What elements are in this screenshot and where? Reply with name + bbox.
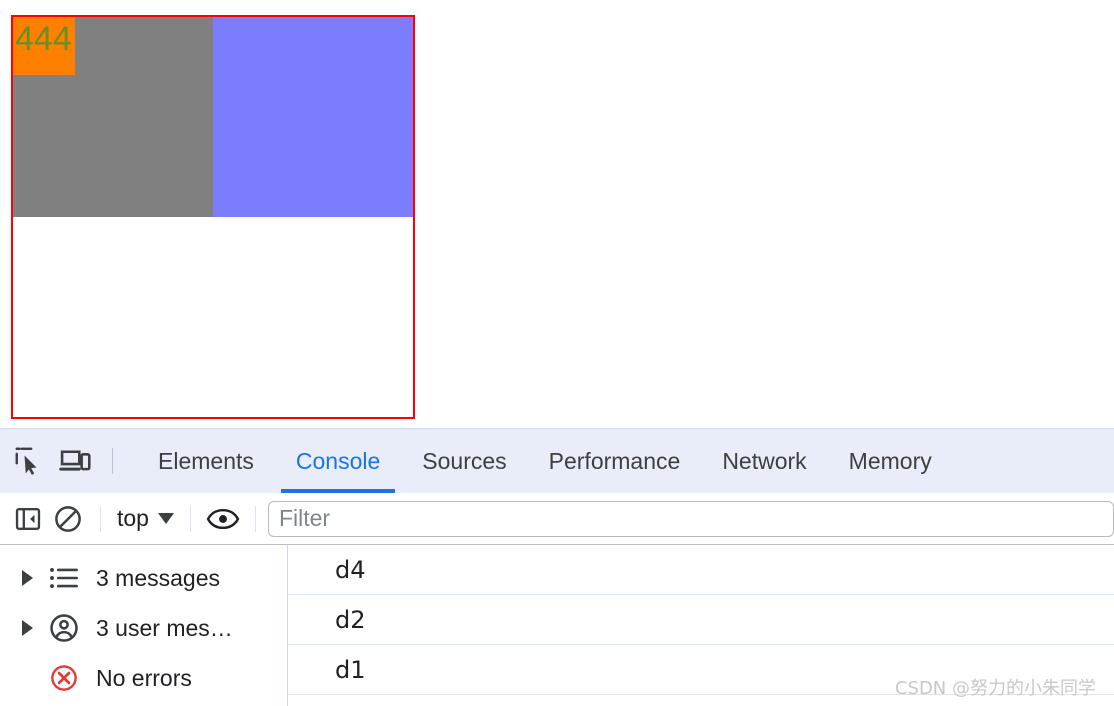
box-row: 444 bbox=[13, 17, 413, 217]
devtools-screenshot: 444 Elements Console Sources Performance… bbox=[0, 0, 1114, 706]
tab-network[interactable]: Network bbox=[701, 429, 827, 493]
console-message-text: d4 bbox=[335, 555, 366, 584]
toolbar-divider-3 bbox=[254, 505, 256, 532]
tab-performance[interactable]: Performance bbox=[528, 429, 702, 493]
execution-context-selector[interactable]: top bbox=[113, 505, 178, 532]
inspect-element-icon[interactable] bbox=[6, 438, 52, 484]
console-toolbar: top bbox=[0, 493, 1114, 545]
gray-box: 444 bbox=[13, 17, 213, 217]
tab-elements[interactable]: Elements bbox=[137, 429, 275, 493]
clear-console-icon[interactable] bbox=[48, 499, 88, 539]
console-message[interactable]: d1 bbox=[288, 645, 1114, 695]
tab-label: Network bbox=[722, 447, 807, 474]
sidebar-item-label: 3 user mes… bbox=[96, 614, 233, 641]
devtools-panel: Elements Console Sources Performance Net… bbox=[0, 428, 1114, 706]
error-circle-icon bbox=[44, 663, 84, 693]
devtools-tabs: Elements Console Sources Performance Net… bbox=[137, 429, 953, 493]
outer-box: 444 bbox=[11, 15, 415, 419]
expand-triangle-icon[interactable] bbox=[18, 620, 36, 636]
devtools-tabbar: Elements Console Sources Performance Net… bbox=[0, 429, 1114, 493]
orange-box: 444 bbox=[13, 17, 75, 75]
chevron-down-icon bbox=[157, 513, 174, 524]
tab-label: Performance bbox=[548, 447, 681, 474]
sidebar-item-messages[interactable]: 3 messages bbox=[0, 553, 287, 603]
purple-box bbox=[213, 17, 413, 217]
execution-context-value: top bbox=[117, 505, 149, 531]
sidebar-item-label: No errors bbox=[96, 664, 192, 691]
toolbar-divider-2 bbox=[189, 505, 191, 532]
tab-sources[interactable]: Sources bbox=[401, 429, 527, 493]
expand-triangle-icon[interactable] bbox=[18, 570, 36, 586]
console-body: 3 messages 3 user mes… No errors d4 d2 d… bbox=[0, 545, 1114, 706]
console-sidebar-toggle-icon[interactable] bbox=[8, 499, 48, 539]
console-message[interactable]: d2 bbox=[288, 595, 1114, 645]
tab-label: Memory bbox=[848, 447, 932, 474]
page-viewport: 444 bbox=[0, 0, 1114, 428]
sidebar-item-label: 3 messages bbox=[96, 564, 221, 591]
sidebar-item-errors[interactable]: No errors bbox=[0, 653, 287, 703]
tabbar-divider bbox=[112, 448, 113, 474]
tab-label: Console bbox=[295, 447, 381, 474]
console-sidebar: 3 messages 3 user mes… No errors bbox=[0, 545, 288, 706]
user-icon bbox=[44, 613, 84, 643]
live-expression-eye-icon[interactable] bbox=[203, 499, 243, 539]
list-icon bbox=[44, 565, 84, 591]
tab-memory[interactable]: Memory bbox=[828, 429, 953, 493]
console-filter-input[interactable] bbox=[267, 500, 1114, 537]
console-message-text: d1 bbox=[335, 655, 366, 684]
console-message-text: d2 bbox=[335, 605, 366, 634]
console-message-list: d4 d2 d1 CSDN @努力的小朱同学 bbox=[288, 545, 1114, 706]
tab-label: Elements bbox=[158, 447, 254, 474]
toolbar-divider-1 bbox=[100, 505, 101, 532]
tab-console[interactable]: Console bbox=[275, 429, 401, 493]
device-toolbar-icon[interactable] bbox=[52, 438, 98, 484]
sidebar-item-user-messages[interactable]: 3 user mes… bbox=[0, 603, 287, 653]
console-message[interactable]: d4 bbox=[288, 545, 1114, 595]
tab-label: Sources bbox=[422, 447, 507, 474]
